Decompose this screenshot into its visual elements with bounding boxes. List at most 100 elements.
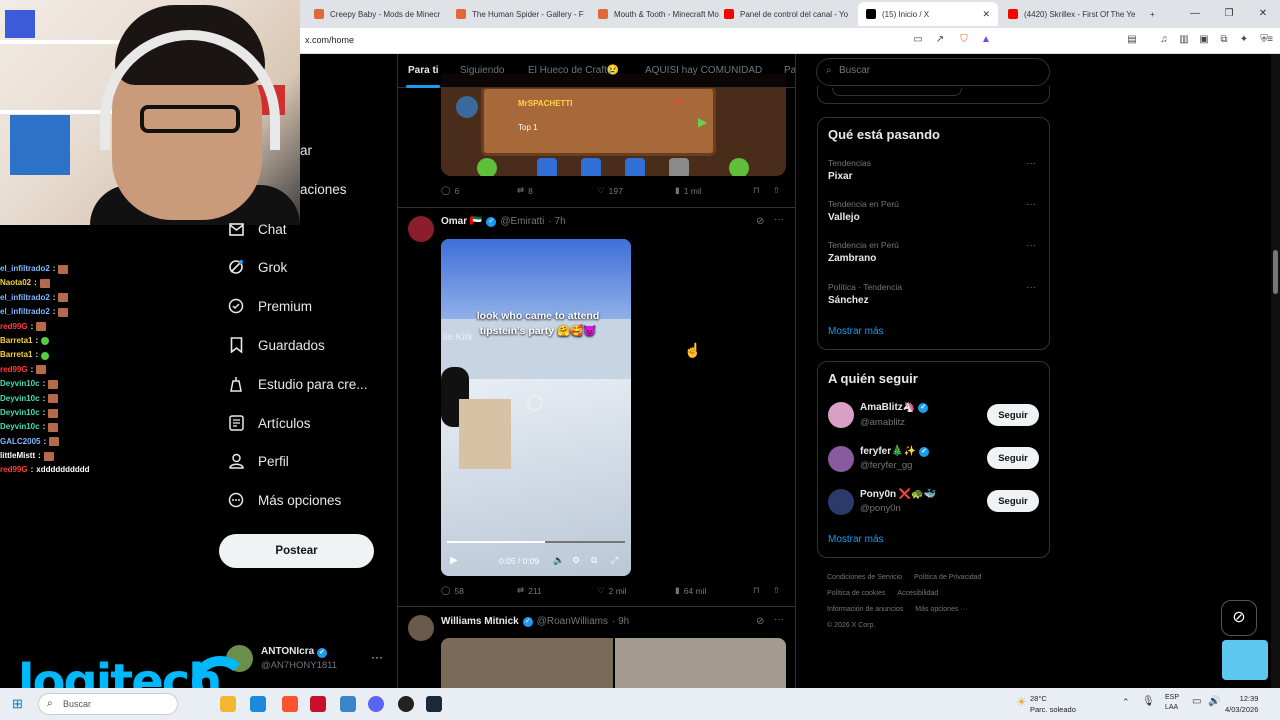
nav-item-guardados[interactable]: Guardados bbox=[228, 335, 325, 355]
url-field[interactable]: x.com/home bbox=[305, 35, 354, 45]
post-image[interactable]: MrSPACHETTI Top 1 ✕ ▶ bbox=[441, 74, 786, 176]
obs-icon[interactable] bbox=[398, 696, 414, 712]
author-name[interactable]: Williams Mitnick bbox=[441, 616, 519, 627]
author-handle[interactable]: @RoanWilliams bbox=[537, 616, 608, 627]
close-window-icon[interactable]: ✕ bbox=[1246, 0, 1280, 28]
footer-link[interactable]: Accesibilidad bbox=[897, 590, 938, 597]
reply-button[interactable]: ◯ 58 bbox=[441, 585, 464, 596]
repost-button[interactable]: ⇄ 8 bbox=[517, 185, 533, 196]
more-icon[interactable]: ··· bbox=[371, 650, 383, 664]
windows-start-icon[interactable]: ⊞ bbox=[12, 696, 23, 712]
menu-icon[interactable]: ≡ bbox=[1264, 34, 1276, 46]
microphone-icon[interactable]: 🎙 bbox=[1142, 696, 1155, 707]
new-tab-button[interactable]: + bbox=[1142, 3, 1162, 25]
browser-tab[interactable]: (4420) Skrillex - First Of The Ye bbox=[1000, 3, 1140, 25]
nav-item-chat[interactable]: Chat bbox=[228, 219, 287, 239]
footer-link[interactable]: Política de Privacidad bbox=[914, 574, 981, 581]
avatar[interactable] bbox=[408, 216, 434, 242]
browser-tab[interactable]: Creepy Baby - Mods de Minecr bbox=[306, 3, 446, 25]
pip-icon[interactable]: ⧉ bbox=[591, 555, 597, 566]
more-icon[interactable]: ··· bbox=[774, 614, 784, 625]
extensions-icon[interactable]: ⧉ bbox=[1218, 34, 1230, 46]
reader-icon[interactable]: ▥ bbox=[1178, 34, 1190, 46]
post-time[interactable]: · 7h bbox=[548, 216, 565, 227]
footer-link[interactable]: Condiciones de Servicio bbox=[827, 574, 902, 581]
more-icon[interactable]: ··· bbox=[774, 214, 784, 225]
volume-icon[interactable]: 🔊 bbox=[1208, 696, 1220, 707]
bookmark-icon[interactable]: ⊓ bbox=[753, 185, 760, 196]
cast-icon[interactable]: ▭ bbox=[912, 34, 924, 46]
nav-item-grok[interactable]: Grok bbox=[228, 257, 287, 277]
follow-button[interactable]: Seguir bbox=[987, 404, 1039, 426]
minimize-icon[interactable]: — bbox=[1178, 0, 1212, 28]
more-icon[interactable]: ··· bbox=[1026, 240, 1036, 251]
store-icon[interactable] bbox=[250, 696, 266, 712]
grok-icon[interactable]: ⊘ bbox=[756, 216, 764, 227]
music-icon[interactable]: ♫ bbox=[1158, 34, 1170, 46]
show-more-link[interactable]: Mostrar más bbox=[828, 534, 884, 545]
steam-icon[interactable] bbox=[426, 696, 442, 712]
tab-para-ti[interactable]: Para ti bbox=[408, 65, 439, 76]
browser-tab-active[interactable]: (15) Inicio / X ✕ bbox=[858, 2, 998, 26]
weather-widget[interactable]: 28°C Parc. soleado bbox=[1030, 693, 1076, 715]
nav-item-mas-opciones[interactable]: Más opciones bbox=[228, 490, 341, 510]
show-more-link[interactable]: Mostrar más bbox=[828, 326, 884, 337]
grok-icon[interactable]: ⊘ bbox=[756, 616, 764, 627]
scrollbar-thumb[interactable] bbox=[1273, 250, 1278, 294]
more-icon[interactable]: ··· bbox=[1026, 199, 1036, 210]
search-box[interactable]: ⌕ bbox=[816, 58, 1050, 86]
settings-icon[interactable]: ⚙ bbox=[572, 555, 580, 566]
scrollbar[interactable] bbox=[1271, 54, 1280, 688]
bookmark-icon[interactable]: ⊓ bbox=[753, 585, 760, 596]
brave-shield-icon[interactable]: ⛉ bbox=[958, 34, 970, 46]
nav-item-estudio[interactable]: Estudio para cre... bbox=[228, 374, 368, 394]
tab-siguiendo[interactable]: Siguiendo bbox=[460, 65, 504, 76]
footer-link[interactable]: Más opciones ··· bbox=[915, 606, 967, 613]
search-input[interactable] bbox=[839, 65, 1039, 76]
browser-tab[interactable]: The Human Spider - Gallery - F bbox=[448, 3, 588, 25]
reply-button[interactable]: ◯ 6 bbox=[441, 185, 459, 196]
chevron-up-icon[interactable]: ⌃ bbox=[1122, 697, 1130, 708]
account-switcher[interactable]: ANTONIcra ✓ @AN7HONY1811 ··· bbox=[226, 644, 386, 674]
like-button[interactable]: ♡ 197 bbox=[597, 185, 623, 196]
repost-button[interactable]: ⇄ 211 bbox=[517, 585, 542, 596]
taskbar-search[interactable]: ⌕ Buscar bbox=[38, 693, 178, 715]
share-icon[interactable]: ↗ bbox=[934, 34, 946, 46]
maximize-icon[interactable]: ❐ bbox=[1212, 0, 1246, 28]
follow-button[interactable]: Seguir bbox=[987, 490, 1039, 512]
nav-item-premium[interactable]: Premium bbox=[228, 296, 312, 316]
nav-item-articulos[interactable]: Artículos bbox=[228, 413, 311, 433]
wallet-icon[interactable]: ▣ bbox=[1198, 34, 1210, 46]
avatar[interactable] bbox=[408, 615, 434, 641]
video-progress-track[interactable] bbox=[447, 541, 625, 543]
share-icon[interactable]: ⇧ bbox=[773, 185, 780, 196]
notes-icon[interactable] bbox=[340, 696, 356, 712]
browser-tab[interactable]: Mouth & Tooth - Minecraft Mo bbox=[590, 3, 730, 25]
post-image[interactable] bbox=[441, 638, 613, 688]
post-image[interactable] bbox=[615, 638, 786, 688]
grok-float-button[interactable]: ⊘ bbox=[1221, 600, 1257, 636]
share-icon[interactable]: ⇧ bbox=[773, 585, 780, 596]
footer-link[interactable]: Política de cookies bbox=[827, 590, 885, 597]
post-time[interactable]: · 9h bbox=[612, 616, 629, 627]
more-icon[interactable]: ··· bbox=[1026, 158, 1036, 169]
like-button[interactable]: ♡ 2 mil bbox=[597, 585, 627, 596]
tab-partial[interactable]: Pa bbox=[784, 65, 795, 76]
views-button[interactable]: ▮ 64 mil bbox=[675, 585, 706, 596]
footer-link[interactable]: Información de anuncios bbox=[827, 606, 903, 613]
browser-tab[interactable]: Panel de control del canal - Yo bbox=[716, 3, 856, 25]
nav-item-perfil[interactable]: Perfil bbox=[228, 451, 289, 471]
brave-icon[interactable] bbox=[282, 696, 298, 712]
tab-hueco-de-craft[interactable]: El Hueco de Craft😢 bbox=[528, 65, 619, 76]
volume-icon[interactable]: 🔈 bbox=[553, 555, 564, 566]
tab-aquisi-comunidad[interactable]: AQUISI hay COMUNIDAD bbox=[645, 65, 762, 76]
video-player[interactable]: look who came to attend tipstein's party… bbox=[441, 239, 631, 576]
author-name[interactable]: Omar 🇦🇪 bbox=[441, 216, 482, 227]
clock[interactable]: 12:39 4/03/2026 bbox=[1225, 693, 1258, 715]
network-icon[interactable]: ▭ bbox=[1192, 696, 1201, 707]
post-button[interactable]: Postear bbox=[219, 534, 374, 568]
brave-rewards-icon[interactable]: ▲ bbox=[980, 34, 992, 46]
leo-ai-icon[interactable]: ✦ bbox=[1238, 34, 1250, 46]
more-icon[interactable]: ··· bbox=[1026, 282, 1036, 293]
language-indicator[interactable]: ESP LAA bbox=[1165, 693, 1179, 713]
